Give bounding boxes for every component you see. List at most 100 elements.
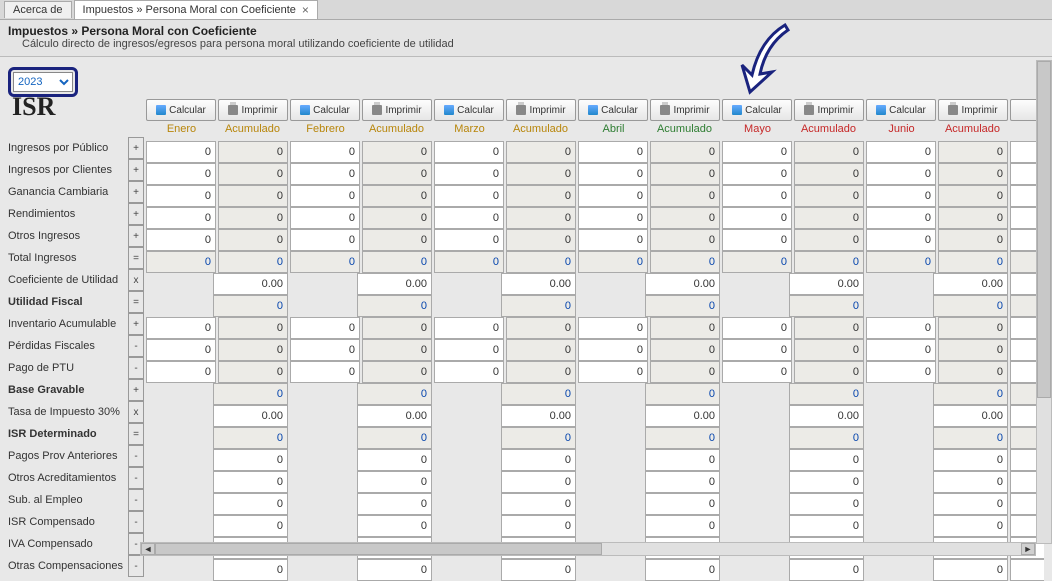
value-cell[interactable]: 0 [146, 361, 216, 383]
value-cell[interactable]: 0 [290, 361, 360, 383]
value-cell[interactable]: 0.00 [357, 273, 432, 295]
value-cell[interactable]: 0 [434, 185, 504, 207]
value-cell[interactable]: 0 [578, 141, 648, 163]
value-cell[interactable]: 0 [578, 361, 648, 383]
horizontal-scrollbar[interactable]: ◄ ► [140, 542, 1036, 556]
value-cell[interactable]: 0.00 [645, 405, 720, 427]
value-cell[interactable]: 0 [501, 559, 576, 581]
value-cell[interactable]: 0 [722, 317, 792, 339]
value-cell[interactable]: 0 [933, 493, 1008, 515]
value-cell[interactable]: 0.00 [933, 273, 1008, 295]
value-cell[interactable]: 0 [866, 185, 936, 207]
vertical-scrollbar-thumb[interactable] [1037, 61, 1051, 398]
value-cell[interactable]: 0 [866, 339, 936, 361]
close-icon[interactable]: × [302, 3, 309, 17]
value-cell[interactable]: 0 [290, 251, 360, 273]
value-cell[interactable]: 0 [146, 207, 216, 229]
value-cell[interactable]: 0 [357, 493, 432, 515]
value-cell[interactable]: 0 [866, 361, 936, 383]
value-cell[interactable]: 0.00 [645, 273, 720, 295]
value-cell[interactable]: 0 [146, 339, 216, 361]
value-cell[interactable]: 0 [501, 515, 576, 537]
value-cell[interactable]: 0 [645, 493, 720, 515]
value-cell[interactable]: 0 [213, 449, 288, 471]
value-cell[interactable]: 0 [290, 339, 360, 361]
value-cell[interactable]: 0 [578, 229, 648, 251]
value-cell[interactable]: 0 [146, 163, 216, 185]
value-cell[interactable]: 0 [866, 163, 936, 185]
value-cell[interactable]: 0 [357, 471, 432, 493]
value-cell[interactable]: 0 [434, 317, 504, 339]
calcular-button[interactable]: Calcular [290, 99, 360, 121]
value-cell[interactable]: 0 [645, 559, 720, 581]
value-cell[interactable]: 0 [434, 229, 504, 251]
value-cell[interactable]: 0 [722, 339, 792, 361]
value-cell[interactable]: 0 [290, 185, 360, 207]
value-cell[interactable]: 0 [146, 229, 216, 251]
value-cell[interactable]: 0 [722, 163, 792, 185]
value-cell[interactable]: 0 [434, 163, 504, 185]
value-cell[interactable]: 0 [434, 251, 504, 273]
value-cell[interactable]: 0 [722, 141, 792, 163]
value-cell[interactable]: 0 [213, 559, 288, 581]
value-cell[interactable]: 0 [645, 449, 720, 471]
imprimir-button[interactable]: Imprimir [362, 99, 432, 121]
calcular-button[interactable]: Calcular [146, 99, 216, 121]
scroll-left-icon[interactable]: ◄ [141, 543, 155, 555]
value-cell[interactable]: 0 [866, 141, 936, 163]
value-cell[interactable]: 0 [434, 361, 504, 383]
imprimir-button[interactable]: Imprimir [938, 99, 1008, 121]
value-cell[interactable]: 0 [434, 207, 504, 229]
value-cell[interactable]: 0 [434, 141, 504, 163]
value-cell[interactable]: 0 [578, 251, 648, 273]
vertical-scrollbar[interactable] [1036, 60, 1052, 544]
calcular-button[interactable]: Calcular [866, 99, 936, 121]
value-cell[interactable]: 0 [933, 449, 1008, 471]
calcular-button[interactable]: Calcular [434, 99, 504, 121]
calcular-button[interactable]: Calcular [722, 99, 792, 121]
value-cell[interactable]: 0.00 [213, 273, 288, 295]
value-cell[interactable]: 0 [722, 361, 792, 383]
value-cell[interactable]: 0.00 [789, 273, 864, 295]
tab-acerca-de[interactable]: Acerca de [4, 1, 72, 18]
value-cell[interactable]: 0 [146, 141, 216, 163]
value-cell[interactable]: 0 [501, 471, 576, 493]
value-cell[interactable]: 0 [578, 163, 648, 185]
horizontal-scrollbar-thumb[interactable] [155, 543, 602, 555]
value-cell[interactable]: 0 [722, 185, 792, 207]
value-cell[interactable]: 0 [866, 317, 936, 339]
imprimir-button[interactable]: Imprimir [218, 99, 288, 121]
value-cell[interactable]: 0 [933, 515, 1008, 537]
value-cell[interactable]: 0 [722, 207, 792, 229]
value-cell[interactable]: 0 [866, 251, 936, 273]
value-cell[interactable]: 0 [290, 229, 360, 251]
value-cell[interactable]: 0 [1010, 559, 1044, 581]
value-cell[interactable]: 0.00 [357, 405, 432, 427]
imprimir-button[interactable]: Imprimir [506, 99, 576, 121]
value-cell[interactable]: 0.00 [501, 405, 576, 427]
value-cell[interactable]: 0 [866, 229, 936, 251]
value-cell[interactable]: 0 [213, 471, 288, 493]
value-cell[interactable]: 0 [501, 493, 576, 515]
value-cell[interactable]: 0 [789, 493, 864, 515]
value-cell[interactable]: 0 [645, 471, 720, 493]
value-cell[interactable]: 0 [933, 471, 1008, 493]
value-cell[interactable]: 0 [357, 515, 432, 537]
value-cell[interactable]: 0 [434, 339, 504, 361]
value-cell[interactable]: 0 [578, 207, 648, 229]
value-cell[interactable]: 0 [146, 185, 216, 207]
calcular-button[interactable]: Calcular [578, 99, 648, 121]
tab-impuestos[interactable]: Impuestos » Persona Moral con Coeficient… [74, 0, 318, 19]
value-cell[interactable]: 0 [290, 163, 360, 185]
value-cell[interactable]: 0 [213, 493, 288, 515]
value-cell[interactable]: 0 [789, 471, 864, 493]
imprimir-button[interactable]: Imprimir [650, 99, 720, 121]
value-cell[interactable]: 0.00 [933, 405, 1008, 427]
value-cell[interactable]: 0 [146, 251, 216, 273]
value-cell[interactable]: 0 [578, 317, 648, 339]
value-cell[interactable]: 0 [789, 449, 864, 471]
value-cell[interactable]: 0 [290, 317, 360, 339]
value-cell[interactable]: 0 [722, 229, 792, 251]
value-cell[interactable]: 0 [866, 207, 936, 229]
value-cell[interactable]: 0 [933, 559, 1008, 581]
